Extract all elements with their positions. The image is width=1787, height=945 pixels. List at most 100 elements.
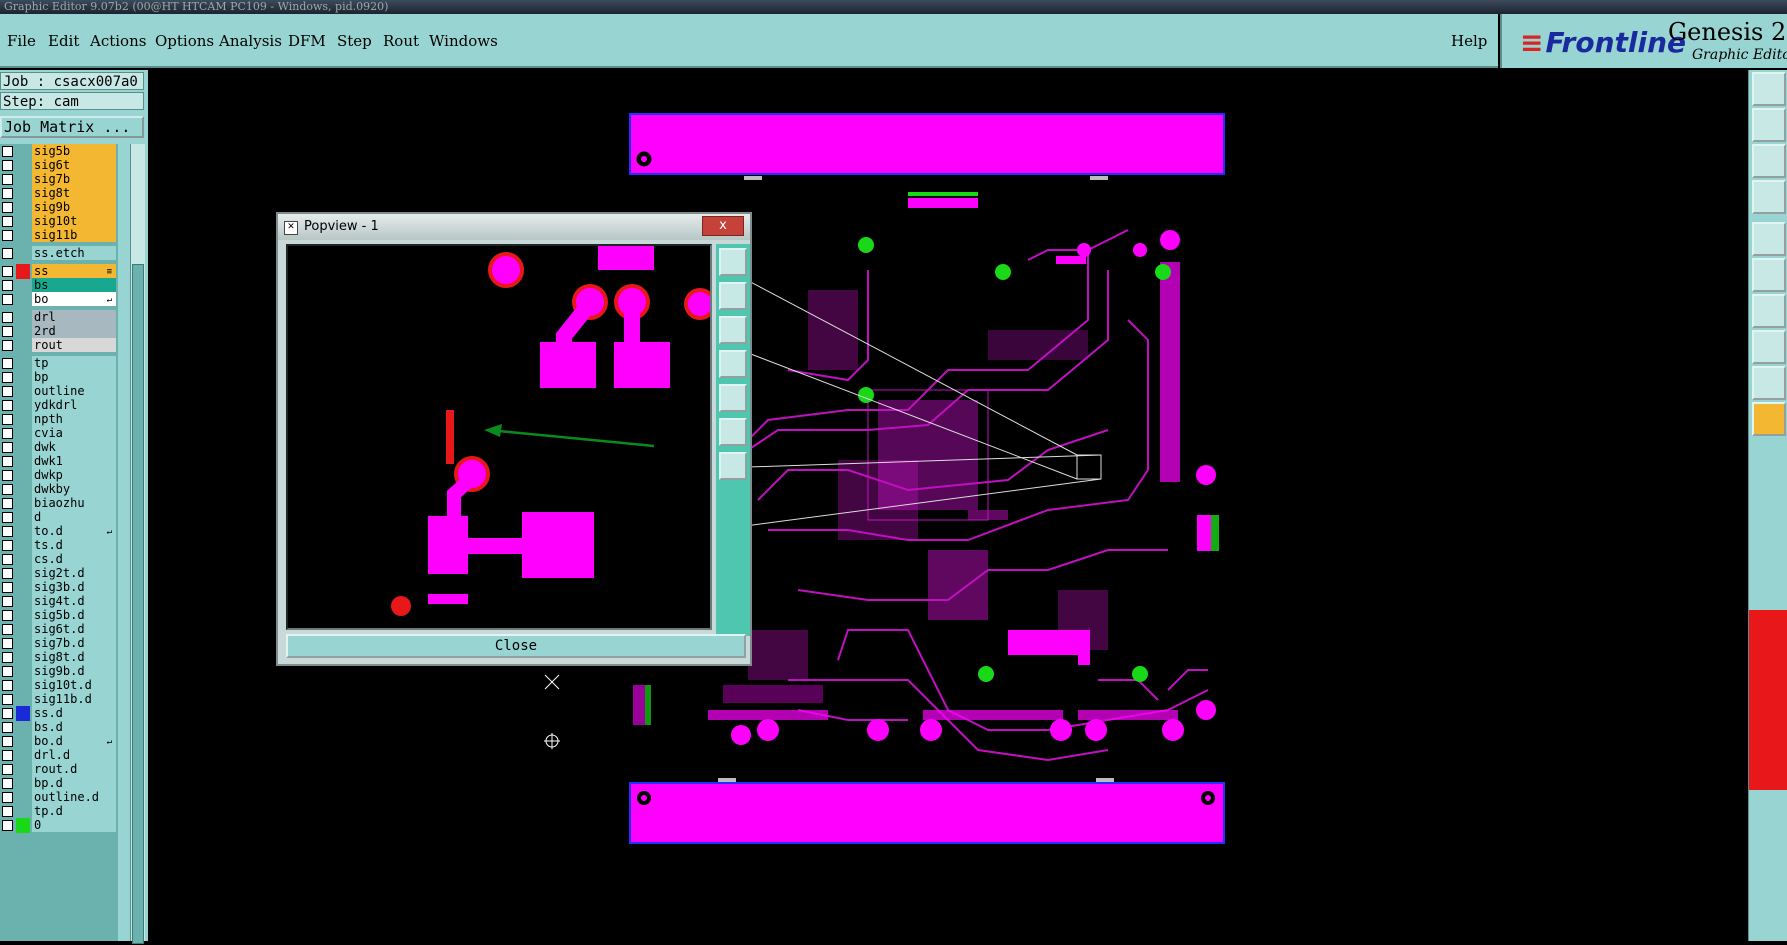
- layer-checkbox[interactable]: [2, 512, 13, 523]
- layer-row[interactable]: rout.d: [0, 762, 118, 777]
- layer-name[interactable]: outline.d: [32, 790, 116, 804]
- layer-row[interactable]: rout: [0, 338, 118, 353]
- layer-checkbox[interactable]: [2, 442, 13, 453]
- layer-checkbox[interactable]: [2, 326, 13, 337]
- snap-icon[interactable]: [1752, 108, 1786, 142]
- menu-help[interactable]: Help: [1451, 32, 1487, 50]
- layer-name[interactable]: sig11b.d: [32, 692, 116, 706]
- layer-row[interactable]: 2rd: [0, 324, 118, 339]
- layer-row[interactable]: drl: [0, 310, 118, 325]
- layer-row[interactable]: bs: [0, 278, 118, 293]
- layer-name[interactable]: bo ↵: [32, 292, 116, 306]
- layer-checkbox[interactable]: [2, 414, 13, 425]
- layer-checkbox[interactable]: [2, 456, 13, 467]
- layer-name[interactable]: ss.etch: [32, 246, 116, 260]
- menu-edit[interactable]: Edit: [48, 32, 79, 50]
- popview-tool-1-icon[interactable]: [719, 248, 747, 276]
- layer-name[interactable]: to.d ↵: [32, 524, 116, 538]
- layer-name[interactable]: dwk1: [32, 454, 116, 468]
- popview-titlebar[interactable]: ✕ Popview - 1: [278, 214, 750, 240]
- layer-name[interactable]: sig9b.d: [32, 664, 116, 678]
- layer-checkbox[interactable]: [2, 400, 13, 411]
- layer-name[interactable]: sig5b: [32, 144, 116, 158]
- menu-file[interactable]: File: [7, 32, 36, 50]
- menu-windows[interactable]: Windows: [429, 32, 498, 50]
- menu-actions[interactable]: Actions: [90, 32, 146, 50]
- layer-row[interactable]: d: [0, 510, 118, 525]
- layer-name[interactable]: rout: [32, 338, 116, 352]
- layer-checkbox[interactable]: [2, 596, 13, 607]
- layer-row[interactable]: sig6t.d: [0, 622, 118, 637]
- layer-row[interactable]: bs.d: [0, 720, 118, 735]
- layer-name[interactable]: sig7b: [32, 172, 116, 186]
- select-box-icon[interactable]: [1752, 330, 1786, 364]
- layer-name[interactable]: ss ≡: [32, 264, 116, 278]
- layer-checkbox[interactable]: [2, 230, 13, 241]
- layer-row[interactable]: tp: [0, 356, 118, 371]
- layer-row[interactable]: bp: [0, 370, 118, 385]
- layer-checkbox[interactable]: [2, 792, 13, 803]
- layer-checkbox[interactable]: [2, 266, 13, 277]
- layer-checkbox[interactable]: [2, 582, 13, 593]
- layer-name[interactable]: dwkp: [32, 468, 116, 482]
- layer-checkbox[interactable]: [2, 188, 13, 199]
- layer-name[interactable]: sig11b: [32, 228, 116, 242]
- layer-row[interactable]: bp.d: [0, 776, 118, 791]
- layer-row[interactable]: sig9b: [0, 200, 118, 215]
- layer-row[interactable]: ss ≡: [0, 264, 118, 279]
- layer-list-scrollbar[interactable]: [130, 144, 145, 944]
- layer-checkbox[interactable]: [2, 248, 13, 259]
- layer-name[interactable]: sig5b.d: [32, 608, 116, 622]
- menu-rout[interactable]: Rout: [383, 32, 419, 50]
- layer-row[interactable]: sig11b: [0, 228, 118, 243]
- layer-name[interactable]: drl: [32, 310, 116, 324]
- menu-options[interactable]: Options: [155, 32, 214, 50]
- layer-name[interactable]: sig6t.d: [32, 622, 116, 636]
- menu-dfm[interactable]: DFM: [288, 32, 326, 50]
- layer-name[interactable]: dwk: [32, 440, 116, 454]
- layer-row[interactable]: ts.d: [0, 538, 118, 553]
- layer-row[interactable]: sig10t.d: [0, 678, 118, 693]
- layer-checkbox[interactable]: [2, 722, 13, 733]
- layer-name[interactable]: sig7b.d: [32, 636, 116, 650]
- layer-name[interactable]: sig4t.d: [32, 594, 116, 608]
- layer-checkbox[interactable]: [2, 358, 13, 369]
- scrollbar-thumb[interactable]: [132, 264, 144, 944]
- layer-row[interactable]: cs.d: [0, 552, 118, 567]
- layer-checkbox[interactable]: [2, 764, 13, 775]
- layer-checkbox[interactable]: [2, 294, 13, 305]
- layer-row[interactable]: sig2t.d: [0, 566, 118, 581]
- layer-name[interactable]: sig3b.d: [32, 580, 116, 594]
- layer-checkbox[interactable]: [2, 778, 13, 789]
- layer-checkbox[interactable]: [2, 484, 13, 495]
- layer-checkbox[interactable]: [2, 568, 13, 579]
- popview-zoom-icon[interactable]: [719, 452, 747, 480]
- layer-checkbox[interactable]: [2, 554, 13, 565]
- layer-row[interactable]: dwkp: [0, 468, 118, 483]
- layer-checkbox[interactable]: [2, 202, 13, 213]
- layer-name[interactable]: d: [32, 510, 116, 524]
- layer-name[interactable]: dwkby: [32, 482, 116, 496]
- popview-tool-4-icon[interactable]: [719, 350, 747, 378]
- layer-row[interactable]: cvia: [0, 426, 118, 441]
- layer-row[interactable]: sig5b: [0, 144, 118, 159]
- layer-name[interactable]: bp.d: [32, 776, 116, 790]
- layer-row[interactable]: npth: [0, 412, 118, 427]
- layer-checkbox[interactable]: [2, 694, 13, 705]
- layer-name[interactable]: bs: [32, 278, 116, 292]
- layer-row[interactable]: biaozhu: [0, 496, 118, 511]
- layer-row[interactable]: outline: [0, 384, 118, 399]
- layer-checkbox[interactable]: [2, 806, 13, 817]
- layer-row[interactable]: sig7b: [0, 172, 118, 187]
- layer-row[interactable]: bo.d ↵: [0, 734, 118, 749]
- layer-name[interactable]: sig6t: [32, 158, 116, 172]
- layer-name[interactable]: bo.d ↵: [32, 734, 116, 748]
- layer-checkbox[interactable]: [2, 736, 13, 747]
- layer-checkbox[interactable]: [2, 174, 13, 185]
- layer-row[interactable]: sig4t.d: [0, 594, 118, 609]
- layer-name[interactable]: outline: [32, 384, 116, 398]
- layer-checkbox[interactable]: [2, 470, 13, 481]
- zoom-fit-icon[interactable]: [1752, 144, 1786, 178]
- layer-name[interactable]: ss.d: [32, 706, 116, 720]
- layer-name[interactable]: 2rd: [32, 324, 116, 338]
